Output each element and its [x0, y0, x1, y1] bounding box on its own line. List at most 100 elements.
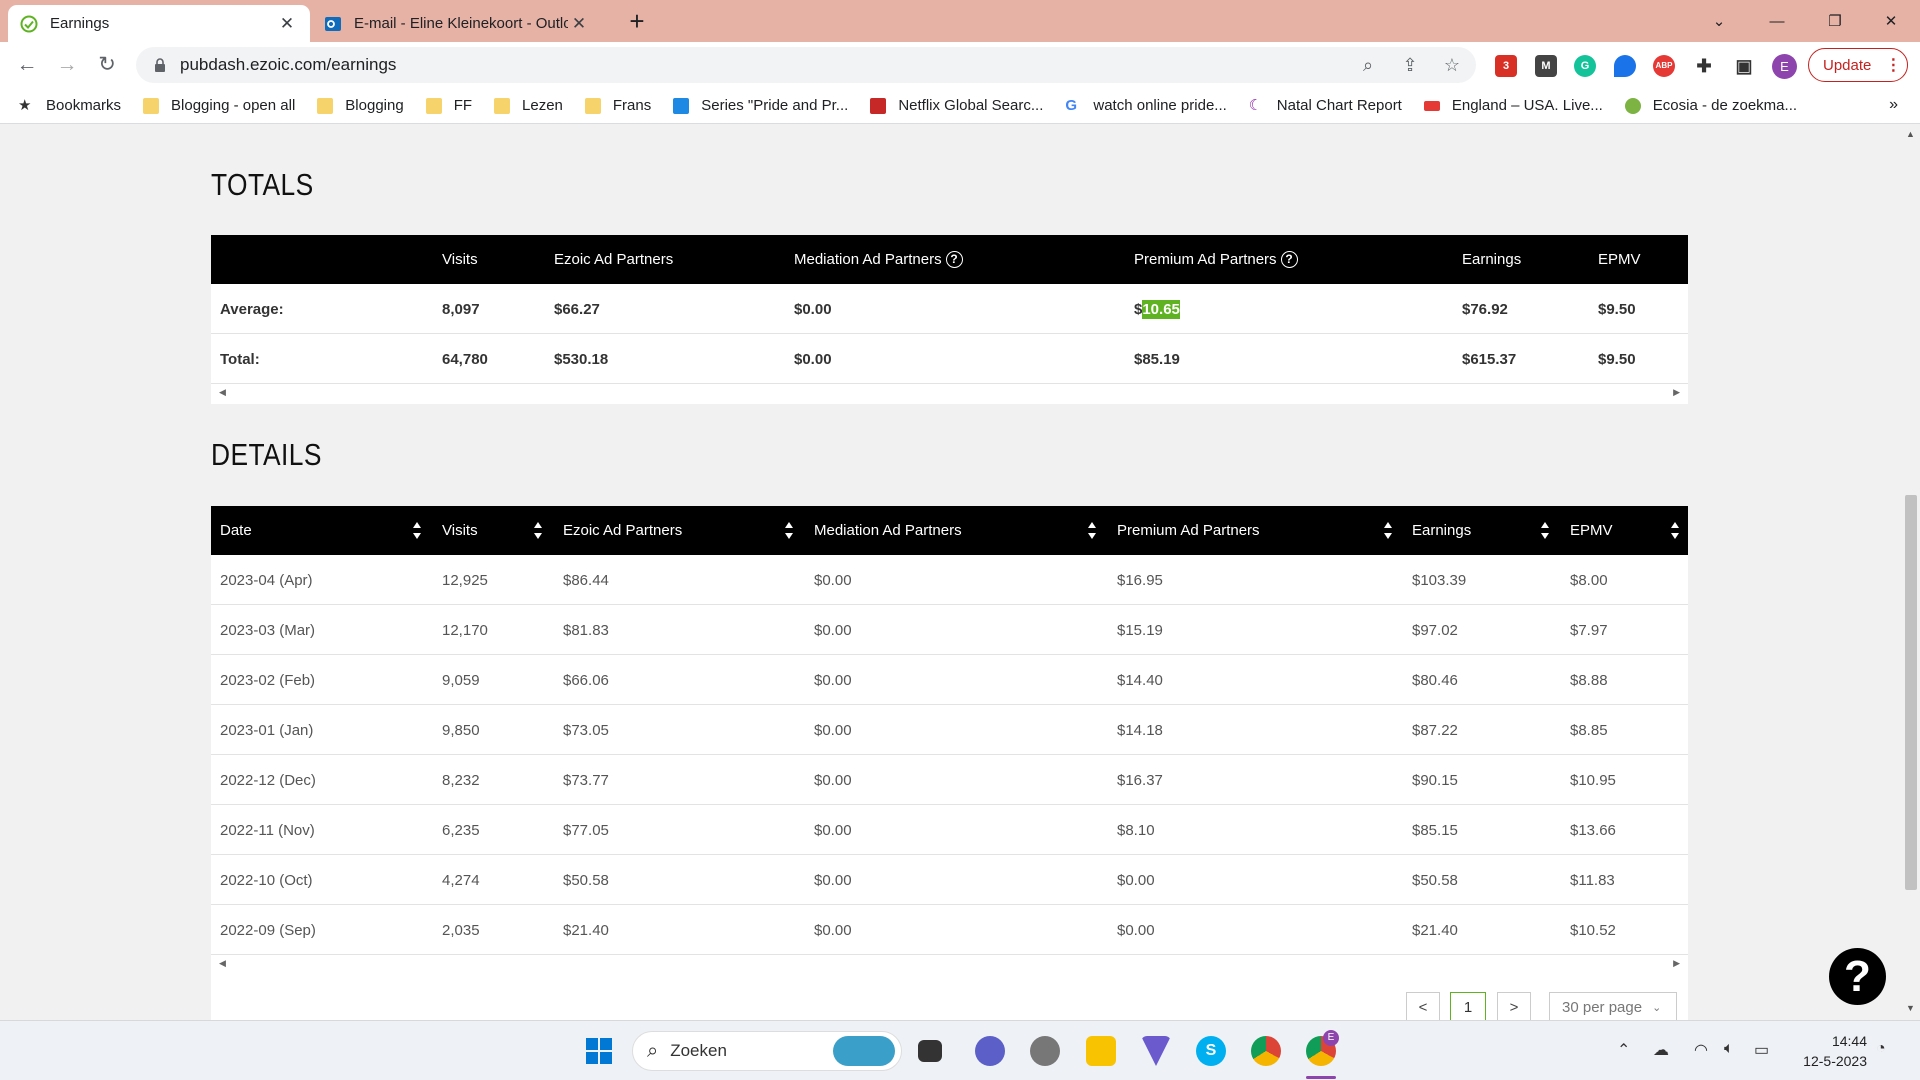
- extension-drop-icon[interactable]: [1614, 55, 1636, 77]
- header-mediation[interactable]: Mediation Ad Partners: [814, 506, 962, 555]
- tab-label: E-mail - Eline Kleinekoort - Outlo: [354, 15, 568, 32]
- search-icon: ⌕: [647, 1039, 659, 1062]
- sort-icon[interactable]: [784, 520, 794, 542]
- skype-icon[interactable]: S: [1196, 1036, 1226, 1066]
- new-tab-button[interactable]: +: [622, 6, 652, 36]
- cell-ezoic: $73.05: [563, 721, 609, 739]
- horizontal-scrollbar[interactable]: ◀ ▶: [211, 955, 1688, 975]
- minimize-icon[interactable]: —: [1748, 0, 1806, 42]
- back-icon[interactable]: ←: [12, 50, 42, 80]
- taskbar-search[interactable]: ⌕ Zoeken: [632, 1031, 902, 1071]
- scrollbar-thumb[interactable]: [1905, 495, 1917, 890]
- page-scrollbar[interactable]: ▲ ▼: [1902, 125, 1920, 1020]
- tab-earnings[interactable]: Earnings ✕: [8, 5, 310, 42]
- bookmark-item[interactable]: ☾ Natal Chart Report: [1249, 97, 1402, 114]
- details-table: Date Visits Ezoic Ad Partners Mediation …: [211, 506, 1688, 975]
- cell-premium: $16.37: [1117, 771, 1163, 789]
- wifi-icon[interactable]: ◠: [1694, 1040, 1708, 1060]
- bookmark-item[interactable]: FF: [425, 97, 472, 114]
- sort-icon[interactable]: [1383, 520, 1393, 542]
- extensions-puzzle-icon[interactable]: ✚: [1693, 55, 1715, 77]
- extension-m-icon[interactable]: M: [1535, 55, 1557, 77]
- file-explorer-icon[interactable]: [1086, 1036, 1116, 1066]
- help-circle-icon[interactable]: ?: [1280, 251, 1298, 268]
- bookmark-item[interactable]: Blogging - open all: [143, 97, 295, 114]
- profile-avatar[interactable]: E: [1772, 54, 1797, 79]
- scroll-left-icon[interactable]: ◀: [219, 387, 226, 398]
- extension-calendar-icon[interactable]: 3: [1495, 55, 1517, 77]
- battery-icon[interactable]: ▭: [1754, 1040, 1769, 1060]
- address-bar[interactable]: pubdash.ezoic.com/earnings ⌕ ⇪ ☆: [136, 47, 1476, 83]
- scroll-left-icon[interactable]: ◀: [219, 958, 226, 969]
- scroll-right-icon[interactable]: ▶: [1673, 958, 1680, 969]
- onedrive-icon[interactable]: ☁: [1653, 1040, 1669, 1060]
- sort-icon[interactable]: [1670, 520, 1680, 542]
- cell-mediation: $0.00: [814, 921, 852, 939]
- bookmark-item[interactable]: ★ Bookmarks: [18, 97, 121, 114]
- bookmark-item[interactable]: Netflix Global Searc...: [870, 97, 1043, 114]
- bookmark-item[interactable]: Series "Pride and Pr...: [673, 97, 848, 114]
- close-tab-icon[interactable]: ✕: [568, 14, 590, 34]
- horizontal-scrollbar[interactable]: ◀ ▶: [211, 384, 1688, 404]
- cell-date: 2022-12 (Dec): [220, 771, 316, 789]
- prev-page-button[interactable]: <: [1406, 992, 1440, 1022]
- bookmark-star-icon[interactable]: ☆: [1440, 53, 1464, 77]
- bookmark-item[interactable]: Lezen: [494, 97, 563, 114]
- bookmark-item[interactable]: England – USA. Live...: [1423, 97, 1603, 114]
- cell-epmv: $8.00: [1570, 571, 1608, 589]
- task-view-icon[interactable]: [918, 1040, 942, 1062]
- header-visits[interactable]: Visits: [442, 506, 478, 555]
- cell-epmv: $8.85: [1570, 721, 1608, 739]
- chrome-icon[interactable]: [1251, 1036, 1281, 1066]
- sort-icon[interactable]: [1087, 520, 1097, 542]
- restore-icon[interactable]: ❐: [1806, 0, 1864, 42]
- scroll-up-icon[interactable]: ▲: [1906, 129, 1915, 139]
- chat-icon[interactable]: [975, 1036, 1005, 1066]
- forward-icon[interactable]: →: [52, 50, 82, 80]
- tab-search-icon[interactable]: ⌄: [1690, 0, 1748, 42]
- tray-chevron-icon[interactable]: ⌃: [1617, 1040, 1630, 1060]
- sort-icon[interactable]: [533, 520, 543, 542]
- extension-adblock-icon[interactable]: ABP: [1653, 55, 1675, 77]
- windows-start-icon[interactable]: [584, 1036, 614, 1066]
- update-button[interactable]: Update ⋮: [1808, 48, 1908, 82]
- per-page-select[interactable]: 30 per page ⌄: [1549, 992, 1677, 1022]
- more-bookmarks-icon[interactable]: »: [1889, 96, 1898, 114]
- help-button[interactable]: ?: [1829, 948, 1886, 1005]
- vpn-icon[interactable]: [1141, 1036, 1171, 1066]
- sort-icon[interactable]: [1540, 520, 1550, 542]
- header-date[interactable]: Date: [220, 506, 252, 555]
- share-icon[interactable]: ⇪: [1398, 53, 1422, 77]
- bookmark-item[interactable]: Frans: [584, 97, 651, 114]
- notifications-icon[interactable]: ◔: [1876, 1040, 1886, 1058]
- bookmark-item[interactable]: Blogging: [317, 97, 404, 114]
- help-circle-icon[interactable]: ?: [945, 251, 963, 268]
- extension-grammarly-icon[interactable]: G: [1574, 55, 1596, 77]
- browser-menu-icon[interactable]: ⋮: [1885, 55, 1901, 75]
- folder-icon: [143, 97, 160, 114]
- cell-ezoic: $81.83: [563, 621, 609, 639]
- settings-gear-icon[interactable]: [1030, 1036, 1060, 1066]
- tab-outlook[interactable]: E-mail - Eline Kleinekoort - Outlo ✕: [312, 5, 602, 42]
- side-panel-icon[interactable]: ▣: [1733, 55, 1755, 77]
- cell-date: 2023-03 (Mar): [220, 621, 316, 639]
- sort-icon[interactable]: [412, 520, 422, 542]
- header-ezoic[interactable]: Ezoic Ad Partners: [563, 506, 682, 555]
- page-1-button[interactable]: 1: [1450, 992, 1486, 1022]
- reload-icon[interactable]: ↻: [92, 50, 122, 80]
- folder-icon: [494, 97, 511, 114]
- close-tab-icon[interactable]: ✕: [276, 14, 298, 34]
- header-earnings[interactable]: Earnings: [1412, 506, 1471, 555]
- next-page-button[interactable]: >: [1497, 992, 1531, 1022]
- bookmark-item[interactable]: Gwatch online pride...: [1065, 97, 1226, 114]
- taskbar-clock[interactable]: 14:44 12-5-2023: [1782, 1031, 1867, 1071]
- bookmark-item[interactable]: Ecosia - de zoekma...: [1624, 97, 1797, 114]
- table-row: 2023-01 (Jan) 9,850 $73.05 $0.00 $14.18 $87.2…: [211, 705, 1688, 755]
- zoom-icon[interactable]: ⌕: [1356, 53, 1380, 77]
- header-premium[interactable]: Premium Ad Partners: [1117, 506, 1260, 555]
- volume-icon[interactable]: 🔈︎: [1724, 1040, 1734, 1058]
- header-epmv[interactable]: EPMV: [1570, 506, 1613, 555]
- scroll-down-icon[interactable]: ▼: [1906, 1003, 1915, 1013]
- scroll-right-icon[interactable]: ▶: [1673, 387, 1680, 398]
- close-window-icon[interactable]: ✕: [1862, 0, 1920, 42]
